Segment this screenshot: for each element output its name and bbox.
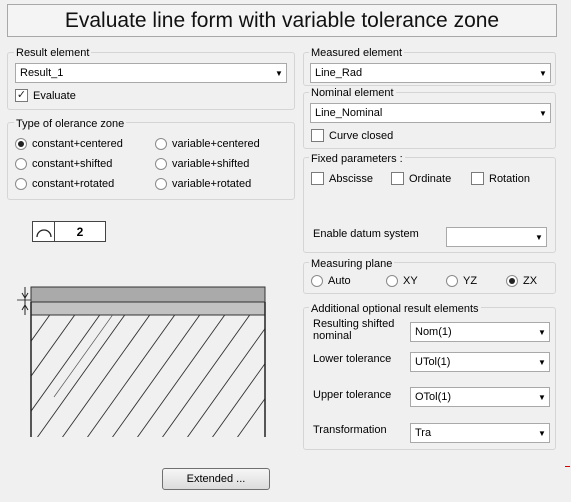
datum-system-select[interactable]: ▼ [446,227,547,247]
transformation-value: Tra [415,427,432,439]
radio-circle [446,275,458,287]
radio-label: variable+rotated [172,178,252,190]
chevron-down-icon: ▼ [538,327,546,337]
chevron-down-icon: ▼ [538,392,546,402]
abscisse-check-box [311,172,324,185]
chevron-down-icon: ▼ [538,357,546,367]
measured-element-value: Line_Rad [315,67,363,79]
evaluate-check-box: ✓ [15,89,28,102]
measured-element-select[interactable]: Line_Rad ▼ [310,63,551,83]
chevron-down-icon: ▼ [539,68,547,78]
result-element-select[interactable]: Result_1 ▼ [15,63,287,83]
tolerance-zone-illustration [17,286,266,437]
dialog-title: Evaluate line form with variable toleran… [7,4,557,37]
chevron-down-icon: ▼ [535,232,543,242]
radio-circle [155,138,167,150]
radio-label: Auto [328,275,351,287]
upper-tolerance-value: OTol(1) [415,391,452,403]
transformation-select[interactable]: Tra ▼ [410,423,550,443]
radio-variable-centered[interactable]: variable+centered [155,138,260,150]
upper-tolerance-label: Upper tolerance [313,389,392,401]
nominal-element-value: Line_Nominal [315,107,383,119]
curve-closed-check-box [311,129,324,142]
radio-circle [155,178,167,190]
radio-label: variable+shifted [172,158,250,170]
datum-system-label: Enable datum system [313,228,419,240]
result-element-value: Result_1 [20,67,64,79]
radio-label: XY [403,275,418,287]
radio-plane-zx[interactable]: ZX [506,275,537,287]
ordinate-check-box [391,172,404,185]
extended-button[interactable]: Extended ... [162,468,270,490]
radio-circle [506,275,518,287]
evaluate-label: Evaluate [33,89,76,102]
radio-circle [15,138,27,150]
radio-label: constant+shifted [32,158,113,170]
radio-constant-centered[interactable]: constant+centered [15,138,123,150]
line-profile-icon [33,222,55,241]
shifted-nominal-label: Resulting shifted nominal [313,318,395,342]
radio-variable-shifted[interactable]: variable+shifted [155,158,249,170]
radio-label: constant+rotated [32,178,115,190]
upper-tolerance-select[interactable]: OTol(1) ▼ [410,387,550,407]
radio-constant-rotated[interactable]: constant+rotated [15,178,114,190]
fixed-parameters-label: Fixed parameters : [309,153,405,165]
chevron-down-icon: ▼ [275,68,283,78]
radio-plane-auto[interactable]: Auto [311,275,351,287]
ordinate-label: Ordinate [409,172,452,185]
radio-circle [386,275,398,287]
nominal-element-select[interactable]: Line_Nominal ▼ [310,103,551,123]
radio-circle [15,158,27,170]
nominal-element-label: Nominal element [309,87,396,99]
shifted-nominal-select[interactable]: Nom(1) ▼ [410,322,550,342]
profile-tolerance-value: 2 [76,224,84,239]
measuring-plane-label: Measuring plane [309,258,395,270]
transformation-label: Transformation [313,424,387,436]
red-marker [565,466,570,467]
radio-label: ZX [523,275,538,287]
radio-constant-shifted[interactable]: constant+shifted [15,158,112,170]
lower-tolerance-value: UTol(1) [415,356,451,368]
result-element-label: Result element [14,47,92,59]
chevron-down-icon: ▼ [538,428,546,438]
abscisse-label: Abscisse [329,172,374,185]
chevron-down-icon: ▼ [539,108,547,118]
radio-plane-xy[interactable]: XY [386,275,418,287]
radio-label: YZ [463,275,478,287]
abscisse-checkbox[interactable]: Abscisse [311,172,373,185]
rotation-check-box [471,172,484,185]
radio-circle [311,275,323,287]
optional-results-label: Additional optional result elements [309,303,481,315]
curve-closed-checkbox[interactable]: Curve closed [311,129,393,142]
radio-label: variable+centered [172,138,260,150]
radio-plane-yz[interactable]: YZ [446,275,477,287]
rotation-label: Rotation [489,172,530,185]
radio-label: constant+centered [32,138,123,150]
radio-circle [15,178,27,190]
rotation-checkbox[interactable]: Rotation [471,172,530,185]
radio-variable-rotated[interactable]: variable+rotated [155,178,251,190]
evaluate-checkbox[interactable]: ✓ Evaluate [15,89,76,102]
ordinate-checkbox[interactable]: Ordinate [391,172,451,185]
profile-symbol-frame: 2 [32,221,106,242]
measured-element-label: Measured element [309,47,405,59]
shifted-nominal-value: Nom(1) [415,326,452,338]
lower-tolerance-label: Lower tolerance [313,353,392,365]
curve-closed-label: Curve closed [329,129,394,142]
radio-circle [155,158,167,170]
lower-tolerance-select[interactable]: UTol(1) ▼ [410,352,550,372]
tolerance-zone-label: Type of olerance zone [14,118,127,130]
